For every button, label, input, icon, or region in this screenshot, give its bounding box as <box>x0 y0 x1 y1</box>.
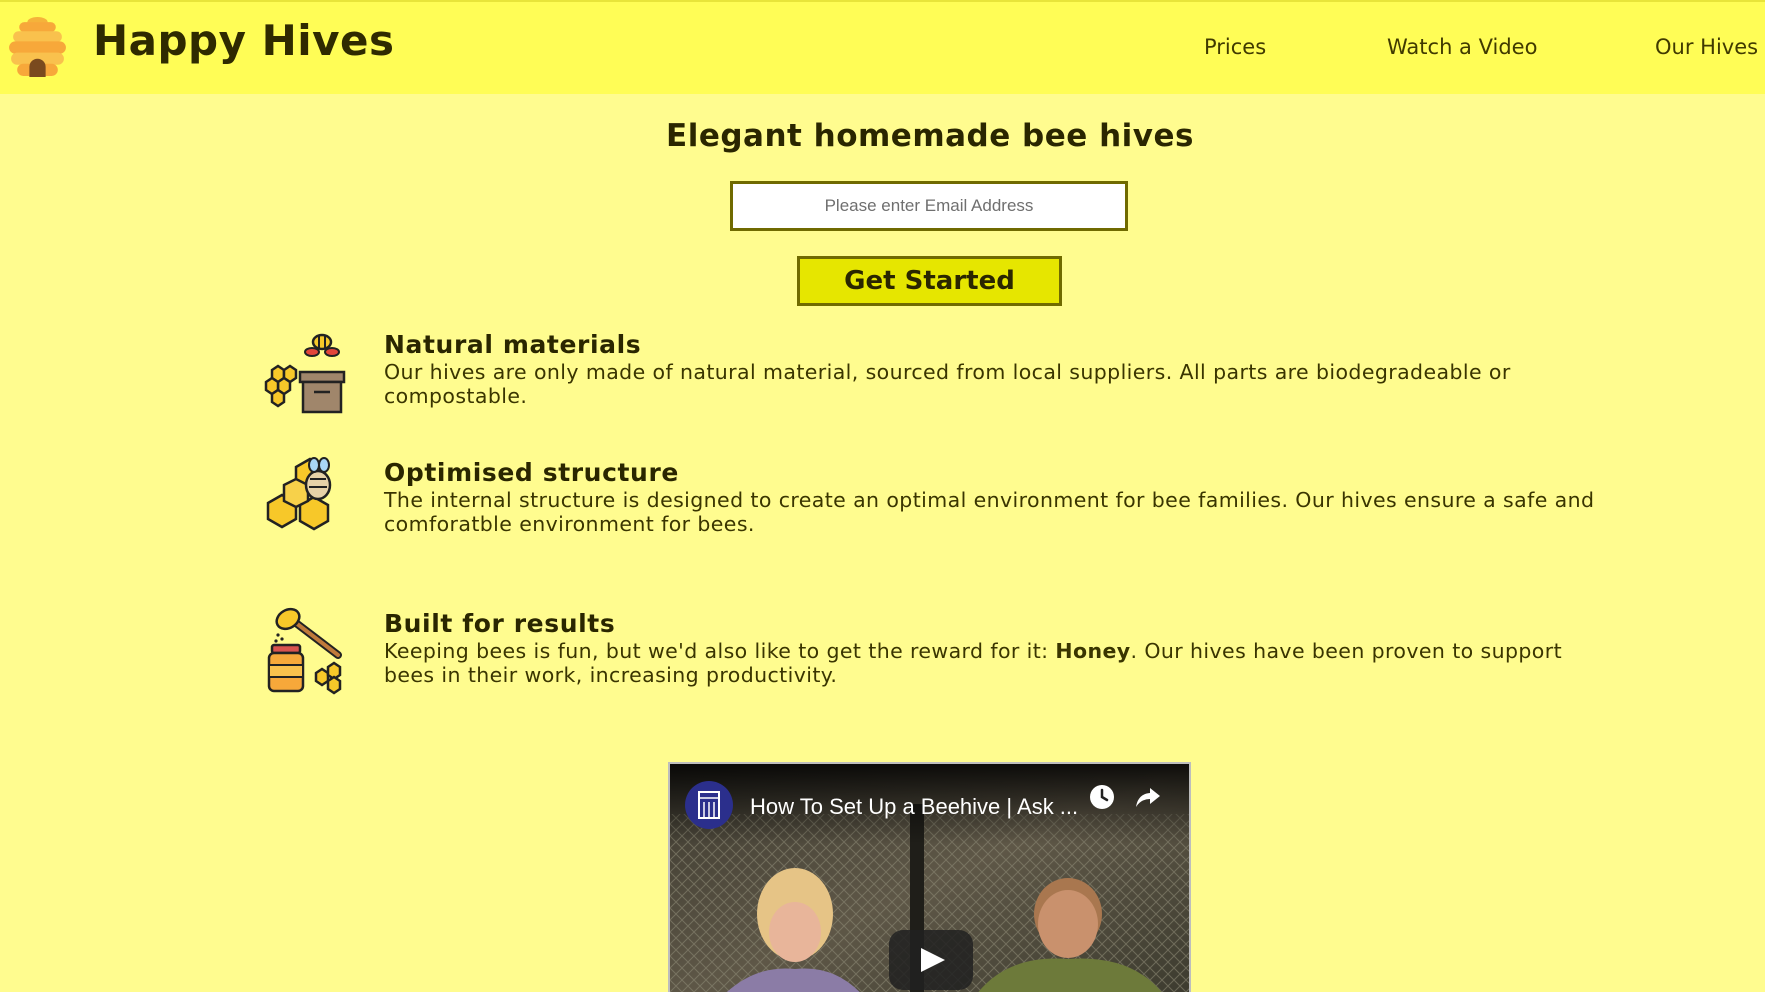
brand-name[interactable]: Happy Hives <box>93 16 395 65</box>
feature-text-bold-honey: Honey <box>1055 639 1131 663</box>
hero-title: Elegant homemade bee hives <box>666 118 1194 154</box>
play-icon[interactable] <box>889 930 973 990</box>
feature-title-natural-materials: Natural materials <box>384 330 642 359</box>
video-embed[interactable]: How To Set Up a Beehive | Ask ... <box>668 762 1191 992</box>
nav-prices[interactable]: Prices <box>1204 35 1266 59</box>
honey-jar-icon <box>267 607 342 695</box>
feature-text-before: Keeping bees is fun, but we'd also like … <box>384 639 1056 663</box>
feature-text-natural-materials: Our hives are only made of natural mater… <box>384 360 1511 408</box>
nav-watch-video[interactable]: Watch a Video <box>1387 35 1537 59</box>
nav-our-hives[interactable]: Our Hives <box>1655 35 1758 59</box>
beehive-logo-icon[interactable] <box>5 14 70 79</box>
feature-title-built-for-results: Built for results <box>384 609 616 638</box>
bee-box-icon <box>264 333 346 414</box>
get-started-button[interactable]: Get Started <box>797 256 1062 306</box>
site-header: Happy Hives Prices Watch a Video Our Hiv… <box>0 0 1765 94</box>
watch-later-icon[interactable] <box>1087 782 1117 812</box>
email-input[interactable] <box>730 181 1128 231</box>
feature-text-built-for-results: Keeping bees is fun, but we'd also like … <box>384 639 1614 687</box>
feature-text-optimised-structure: The internal structure is designed to cr… <box>384 488 1595 536</box>
channel-avatar-icon[interactable] <box>684 780 734 830</box>
feature-title-optimised-structure: Optimised structure <box>384 458 679 487</box>
bee-honeycomb-icon <box>266 457 332 531</box>
share-icon[interactable] <box>1133 782 1163 812</box>
video-title[interactable]: How To Set Up a Beehive | Ask ... <box>750 794 1078 820</box>
